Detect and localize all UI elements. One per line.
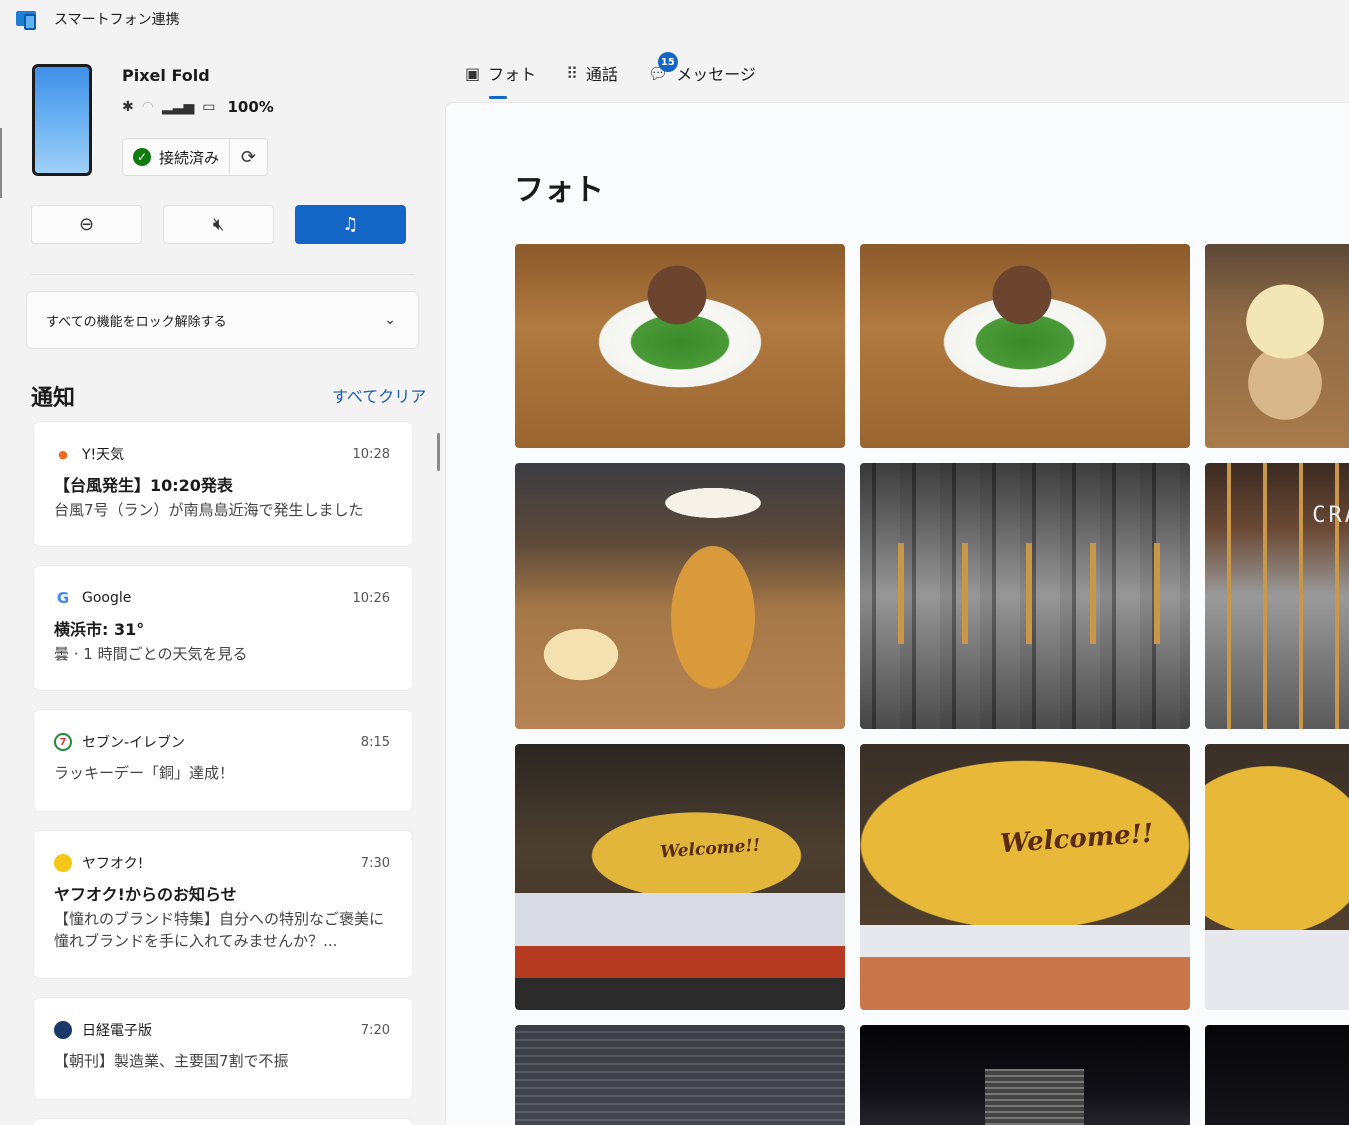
wifi-icon: ◠ — [141, 99, 154, 115]
photo-sign-text: Welcome!! — [999, 818, 1155, 860]
refresh-icon: ⟳ — [240, 146, 257, 168]
refresh-button[interactable]: ⟳ — [230, 138, 269, 176]
main-tabs: ▣ フォト ⠿ 通話 💬︎ 15 メッセージ — [465, 52, 756, 99]
clear-all-link[interactable]: すべてクリア — [332, 383, 426, 407]
battery-icon: ▭ — [202, 99, 216, 115]
photo-thumbnail[interactable] — [515, 463, 845, 729]
device-name: Pixel Fold — [122, 66, 210, 85]
notification-card[interactable]: G Google 10:26 横浜市: 31° 曇 · 1 時間ごとの天気を見る — [33, 565, 413, 691]
photo-thumbnail[interactable] — [860, 244, 1190, 448]
do-not-disturb-icon: ⊖ — [78, 214, 95, 235]
connection-label: 接続済み — [159, 148, 220, 167]
signal-icon: ▂▃▅ — [161, 99, 195, 115]
divider — [31, 274, 415, 275]
notification-card[interactable]: 日経電子版 7:20 【朝刊】製造業、主要国7割で不振 — [33, 997, 413, 1100]
window-edge — [0, 128, 2, 198]
photo-thumbnail[interactable] — [515, 244, 845, 448]
photos-pane: フォト CRA Welcome!! Welcome!! — [445, 102, 1349, 1125]
yahoo-auction-icon — [54, 854, 72, 872]
notifications-heading: 通知 — [31, 386, 76, 411]
connection-status-button[interactable]: ✓ 接続済み — [122, 138, 231, 176]
tab-calls[interactable]: ⠿ 通話 — [566, 60, 618, 86]
notification-card[interactable] — [33, 1118, 413, 1125]
unread-badge: 15 — [657, 52, 678, 72]
notification-body: 曇 · 1 時間ごとの天気を見る — [54, 645, 248, 663]
mute-icon: 🔇︎ — [212, 214, 225, 235]
photo-thumbnail[interactable]: Welcome!! — [515, 744, 845, 1010]
tab-label: フォト — [488, 65, 537, 84]
unlock-all-features[interactable]: すべての機能をロック解除する ⌄ — [26, 291, 419, 349]
bluetooth-icon: ✱ — [122, 99, 134, 115]
notifications-scrollbar[interactable] — [437, 433, 440, 471]
notification-card[interactable]: ヤフオク! 7:30 ヤフオク!からのお知らせ 【憧れのブランド特集】自分への特… — [33, 830, 413, 979]
photo-thumbnail[interactable] — [1205, 744, 1349, 1010]
photo-sign-text: CRA — [1312, 503, 1349, 528]
window-title: スマートフォン連携 — [54, 12, 180, 28]
phone-image — [32, 64, 92, 176]
tab-messages[interactable]: 💬︎ 15 メッセージ — [648, 52, 756, 86]
unlock-label: すべての機能をロック解除する — [46, 314, 227, 330]
notification-body: 【朝刊】製造業、主要国7割で不振 — [54, 1052, 289, 1070]
notification-app: Google — [82, 590, 132, 606]
notification-app: Y!天気 — [82, 447, 125, 463]
notification-card[interactable]: 7 セブン-イレブン 8:15 ラッキーデー「銅」達成！ — [33, 709, 413, 812]
notification-time: 10:28 — [352, 446, 390, 462]
mute-button[interactable]: 🔇︎ — [163, 205, 274, 244]
notification-body: 【憧れのブランド特集】自分への特別なご褒美に憧れブランドを手に入れてみませんか？… — [54, 910, 385, 950]
photo-sign-text: Welcome!! — [659, 835, 761, 863]
photo-thumbnail[interactable] — [860, 1025, 1190, 1125]
nikkei-icon — [54, 1021, 72, 1039]
photo-thumbnail[interactable] — [1205, 244, 1349, 448]
notification-time: 10:26 — [352, 590, 390, 606]
photo-icon: ▣ — [465, 63, 481, 83]
notification-card[interactable]: ● Y!天気 10:28 【台風発生】10:20発表 台風7号（ラン）が南鳥島近… — [33, 421, 413, 547]
music-note-icon: ♫ — [342, 214, 359, 235]
tab-label: 通話 — [585, 65, 618, 84]
notification-time: 8:15 — [360, 734, 390, 750]
google-icon: G — [56, 589, 70, 607]
do-not-disturb-button[interactable]: ⊖ — [31, 205, 142, 244]
yahoo-weather-icon: ● — [58, 447, 68, 461]
notification-title: ヤフオク!からのお知らせ — [54, 885, 237, 904]
photo-thumbnail[interactable] — [860, 463, 1190, 729]
notification-app: ヤフオク! — [82, 856, 144, 872]
notification-app: 日経電子版 — [82, 1023, 152, 1039]
tab-photos[interactable]: ▣ フォト — [465, 60, 537, 99]
phone-link-app-icon — [16, 9, 38, 30]
dialpad-icon: ⠿ — [566, 63, 578, 83]
photo-thumbnail[interactable] — [515, 1025, 845, 1125]
title-bar: スマートフォン連携 — [0, 0, 1349, 38]
photo-thumbnail[interactable]: Welcome!! — [860, 744, 1190, 1010]
notification-time: 7:30 — [360, 855, 390, 871]
notification-body: ラッキーデー「銅」達成！ — [54, 764, 235, 782]
notification-title: 【台風発生】10:20発表 — [54, 476, 233, 495]
notification-body: 台風7号（ラン）が南鳥島近海で発生しました — [54, 501, 364, 519]
seven-eleven-icon: 7 — [54, 733, 72, 751]
notification-app: セブン-イレブン — [82, 735, 186, 751]
audio-button[interactable]: ♫ — [295, 205, 406, 244]
quick-actions: ⊖ 🔇︎ ♫ — [31, 205, 406, 244]
check-icon: ✓ — [133, 148, 151, 166]
notification-time: 7:20 — [360, 1022, 390, 1038]
battery-percent: 100% — [227, 98, 274, 116]
tab-label: メッセージ — [676, 65, 756, 84]
connection-group: ✓ 接続済み ⟳ — [122, 138, 269, 176]
device-status-row: ✱ ◠ ▂▃▅ ▭ 100% — [122, 98, 274, 116]
notification-title: 横浜市: 31° — [54, 620, 145, 639]
page-title: フォト — [514, 173, 604, 208]
photo-thumbnail[interactable] — [1205, 1025, 1349, 1125]
left-panel: Pixel Fold ✱ ◠ ▂▃▅ ▭ 100% ✓ 接続済み ⟳ ⊖ 🔇︎ … — [0, 38, 445, 1125]
photo-thumbnail[interactable]: CRA — [1205, 463, 1349, 729]
chevron-down-icon: ⌄ — [384, 312, 396, 328]
